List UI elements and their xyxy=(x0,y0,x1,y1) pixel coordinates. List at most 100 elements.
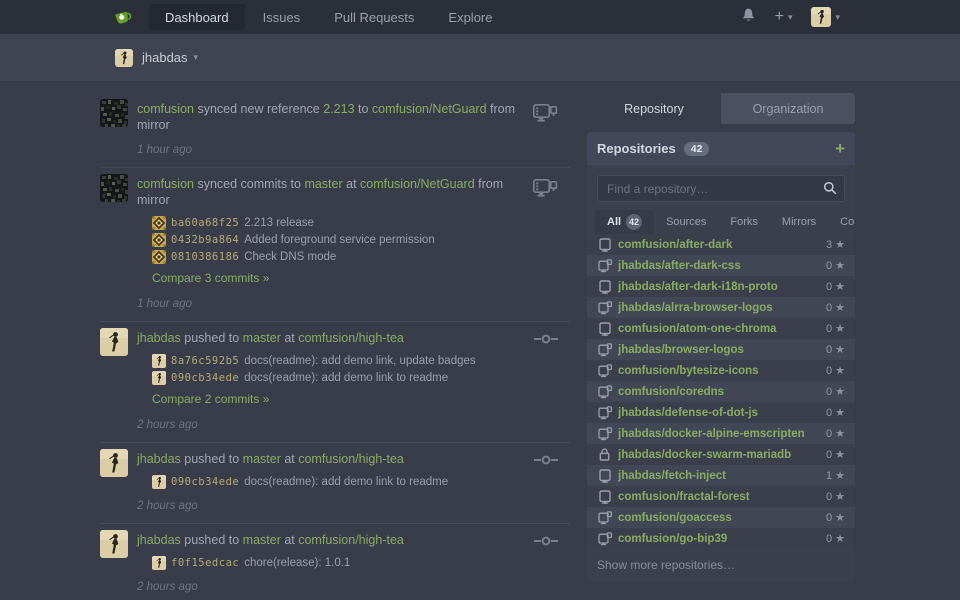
tab-organization[interactable]: Organization xyxy=(721,93,855,124)
avatar[interactable] xyxy=(100,174,128,202)
repo-list-item[interactable]: jhabdas/defense-of-dot-js 0★ xyxy=(587,402,855,423)
repo-icon xyxy=(597,490,612,504)
ref-link[interactable]: master xyxy=(243,533,281,547)
commit-hash-link[interactable]: f0f15edcac xyxy=(171,556,239,570)
filter-sources[interactable]: Sources xyxy=(654,210,718,234)
user-link[interactable]: comfusion xyxy=(137,102,194,116)
repo-list-item[interactable]: comfusion/after-dark 3★ xyxy=(587,234,855,255)
nav-item-pull-requests[interactable]: Pull Requests xyxy=(318,4,430,30)
repo-link[interactable]: comfusion/NetGuard xyxy=(360,177,475,191)
star-icon: ★ xyxy=(835,301,845,314)
repo-list-item[interactable]: comfusion/go-bip39 0★ xyxy=(587,528,855,549)
repo-clone-icon xyxy=(597,343,612,357)
commit-line: 090cb34ede docs(readme): add demo link t… xyxy=(152,475,570,489)
user-link[interactable]: jhabdas xyxy=(137,331,181,345)
show-more-repositories-link[interactable]: Show more repositories… xyxy=(587,549,855,581)
filter-forks[interactable]: Forks xyxy=(718,210,770,234)
repo-list-item[interactable]: jhabdas/browser-logos 0★ xyxy=(587,339,855,360)
repo-list-item[interactable]: jhabdas/after-dark-css 0★ xyxy=(587,255,855,276)
star-count: 0★ xyxy=(826,490,845,503)
commit-message: docs(readme): add demo link to readme xyxy=(244,475,448,489)
filter-all[interactable]: All 42 xyxy=(595,210,654,234)
repo-list-item[interactable]: jhabdas/docker-alpine-emscripten 0★ xyxy=(587,423,855,444)
repo-list-item[interactable]: comfusion/bytesize-icons 0★ xyxy=(587,360,855,381)
tab-repository[interactable]: Repository xyxy=(587,93,721,124)
user-link[interactable]: jhabdas xyxy=(137,533,181,547)
context-switcher[interactable]: jhabdas ▾ xyxy=(142,50,198,65)
repo-link[interactable]: comfusion/after-dark xyxy=(618,239,820,251)
repo-list-item[interactable]: comfusion/goaccess 0★ xyxy=(587,507,855,528)
star-count: 0★ xyxy=(826,385,845,398)
repo-link[interactable]: jhabdas/docker-swarm-mariadb xyxy=(618,449,820,461)
star-count: 0★ xyxy=(826,322,845,335)
navbar-right: + ▾ ▾ xyxy=(741,0,960,34)
repo-list-item[interactable]: jhabdas/after-dark-i18n-proto 0★ xyxy=(587,276,855,297)
star-icon: ★ xyxy=(835,343,845,356)
star-icon: ★ xyxy=(835,469,845,482)
avatar[interactable] xyxy=(100,449,128,477)
create-new-button[interactable]: + ▾ xyxy=(775,9,793,25)
repo-list-item[interactable]: comfusion/coredns 0★ xyxy=(587,381,855,402)
search-icon[interactable] xyxy=(823,181,837,200)
avatar[interactable] xyxy=(100,99,128,127)
nav-item-issues[interactable]: Issues xyxy=(247,4,317,30)
gitea-logo-icon[interactable] xyxy=(112,0,135,34)
user-link[interactable]: comfusion xyxy=(137,177,194,191)
repo-search-input[interactable] xyxy=(597,175,845,202)
repo-clone-icon xyxy=(597,385,612,399)
repo-link[interactable]: jhabdas/docker-alpine-emscripten xyxy=(618,428,820,440)
nav-item-explore[interactable]: Explore xyxy=(432,4,508,30)
user-menu-button[interactable]: ▾ xyxy=(811,7,840,27)
repo-list-item[interactable]: comfusion/atom-one-chroma 0★ xyxy=(587,318,855,339)
repo-link[interactable]: jhabdas/browser-logos xyxy=(618,344,820,356)
commit-hash-link[interactable]: 090cb34ede xyxy=(171,475,239,489)
repo-link[interactable]: jhabdas/fetch-inject xyxy=(618,470,820,482)
activity-feed: comfusion synced new reference 2.213 to … xyxy=(100,93,570,600)
commit-message: docs(readme): add demo link to readme xyxy=(244,371,448,385)
repo-link[interactable]: jhabdas/after-dark-css xyxy=(618,260,820,272)
timestamp: 2 hours ago xyxy=(137,419,570,431)
commit-line: 0432b9a864 Added foreground service perm… xyxy=(152,233,570,247)
feed-title: comfusion synced new reference 2.213 to … xyxy=(137,101,570,133)
commit-line: ba60a68f25 2.213 release xyxy=(152,216,570,230)
repo-link[interactable]: comfusion/go-bip39 xyxy=(618,533,820,545)
commit-hash-link[interactable]: 090cb34ede xyxy=(171,371,239,385)
commit-line: f0f15edcac chore(release): 1.0.1 xyxy=(152,556,570,570)
repo-list-item[interactable]: comfusion/fractal-forest 0★ xyxy=(587,486,855,507)
user-link[interactable]: jhabdas xyxy=(137,452,181,466)
repo-link[interactable]: comfusion/NetGuard xyxy=(372,102,487,116)
notifications-button[interactable] xyxy=(741,7,756,28)
compare-commits-link[interactable]: Compare 2 commits » xyxy=(152,392,269,406)
repo-link[interactable]: comfusion/high-tea xyxy=(298,452,404,466)
repo-list-item[interactable]: jhabdas/docker-swarm-mariadb 0★ xyxy=(587,444,855,465)
filter-mirrors[interactable]: Mirrors xyxy=(770,210,828,234)
filter-collaborative[interactable]: Collaborative xyxy=(828,210,855,234)
ref-link[interactable]: master xyxy=(304,177,342,191)
avatar[interactable] xyxy=(100,328,128,356)
repo-link[interactable]: comfusion/high-tea xyxy=(298,533,404,547)
repo-link[interactable]: comfusion/fractal-forest xyxy=(618,491,820,503)
commit-hash-link[interactable]: 8a76c592b5 xyxy=(171,354,239,368)
commit-line: 8a76c592b5 docs(readme): add demo link, … xyxy=(152,354,570,368)
repo-link[interactable]: comfusion/high-tea xyxy=(298,331,404,345)
commit-hash-link[interactable]: 0810386186 xyxy=(171,250,239,264)
ref-link[interactable]: master xyxy=(243,331,281,345)
repo-link[interactable]: jhabdas/alrra-browser-logos xyxy=(618,302,820,314)
add-repository-button[interactable]: + xyxy=(835,140,845,157)
repo-link[interactable]: comfusion/atom-one-chroma xyxy=(618,323,820,335)
commit-hash-link[interactable]: 0432b9a864 xyxy=(171,233,239,247)
nav-item-dashboard[interactable]: Dashboard xyxy=(149,4,245,30)
ref-link[interactable]: master xyxy=(243,452,281,466)
commit-hash-link[interactable]: ba60a68f25 xyxy=(171,216,239,230)
avatar[interactable] xyxy=(100,530,128,558)
repo-link[interactable]: comfusion/goaccess xyxy=(618,512,820,524)
commit-list: ba60a68f25 2.213 release 0432b9a864 Adde… xyxy=(152,216,570,264)
ref-link[interactable]: 2.213 xyxy=(323,102,354,116)
repo-link[interactable]: comfusion/bytesize-icons xyxy=(618,365,820,377)
repo-link[interactable]: jhabdas/after-dark-i18n-proto xyxy=(618,281,820,293)
repo-link[interactable]: comfusion/coredns xyxy=(618,386,820,398)
repo-link[interactable]: jhabdas/defense-of-dot-js xyxy=(618,407,820,419)
compare-commits-link[interactable]: Compare 3 commits » xyxy=(152,271,269,285)
repo-list-item[interactable]: jhabdas/alrra-browser-logos 0★ xyxy=(587,297,855,318)
repo-list-item[interactable]: jhabdas/fetch-inject 1★ xyxy=(587,465,855,486)
